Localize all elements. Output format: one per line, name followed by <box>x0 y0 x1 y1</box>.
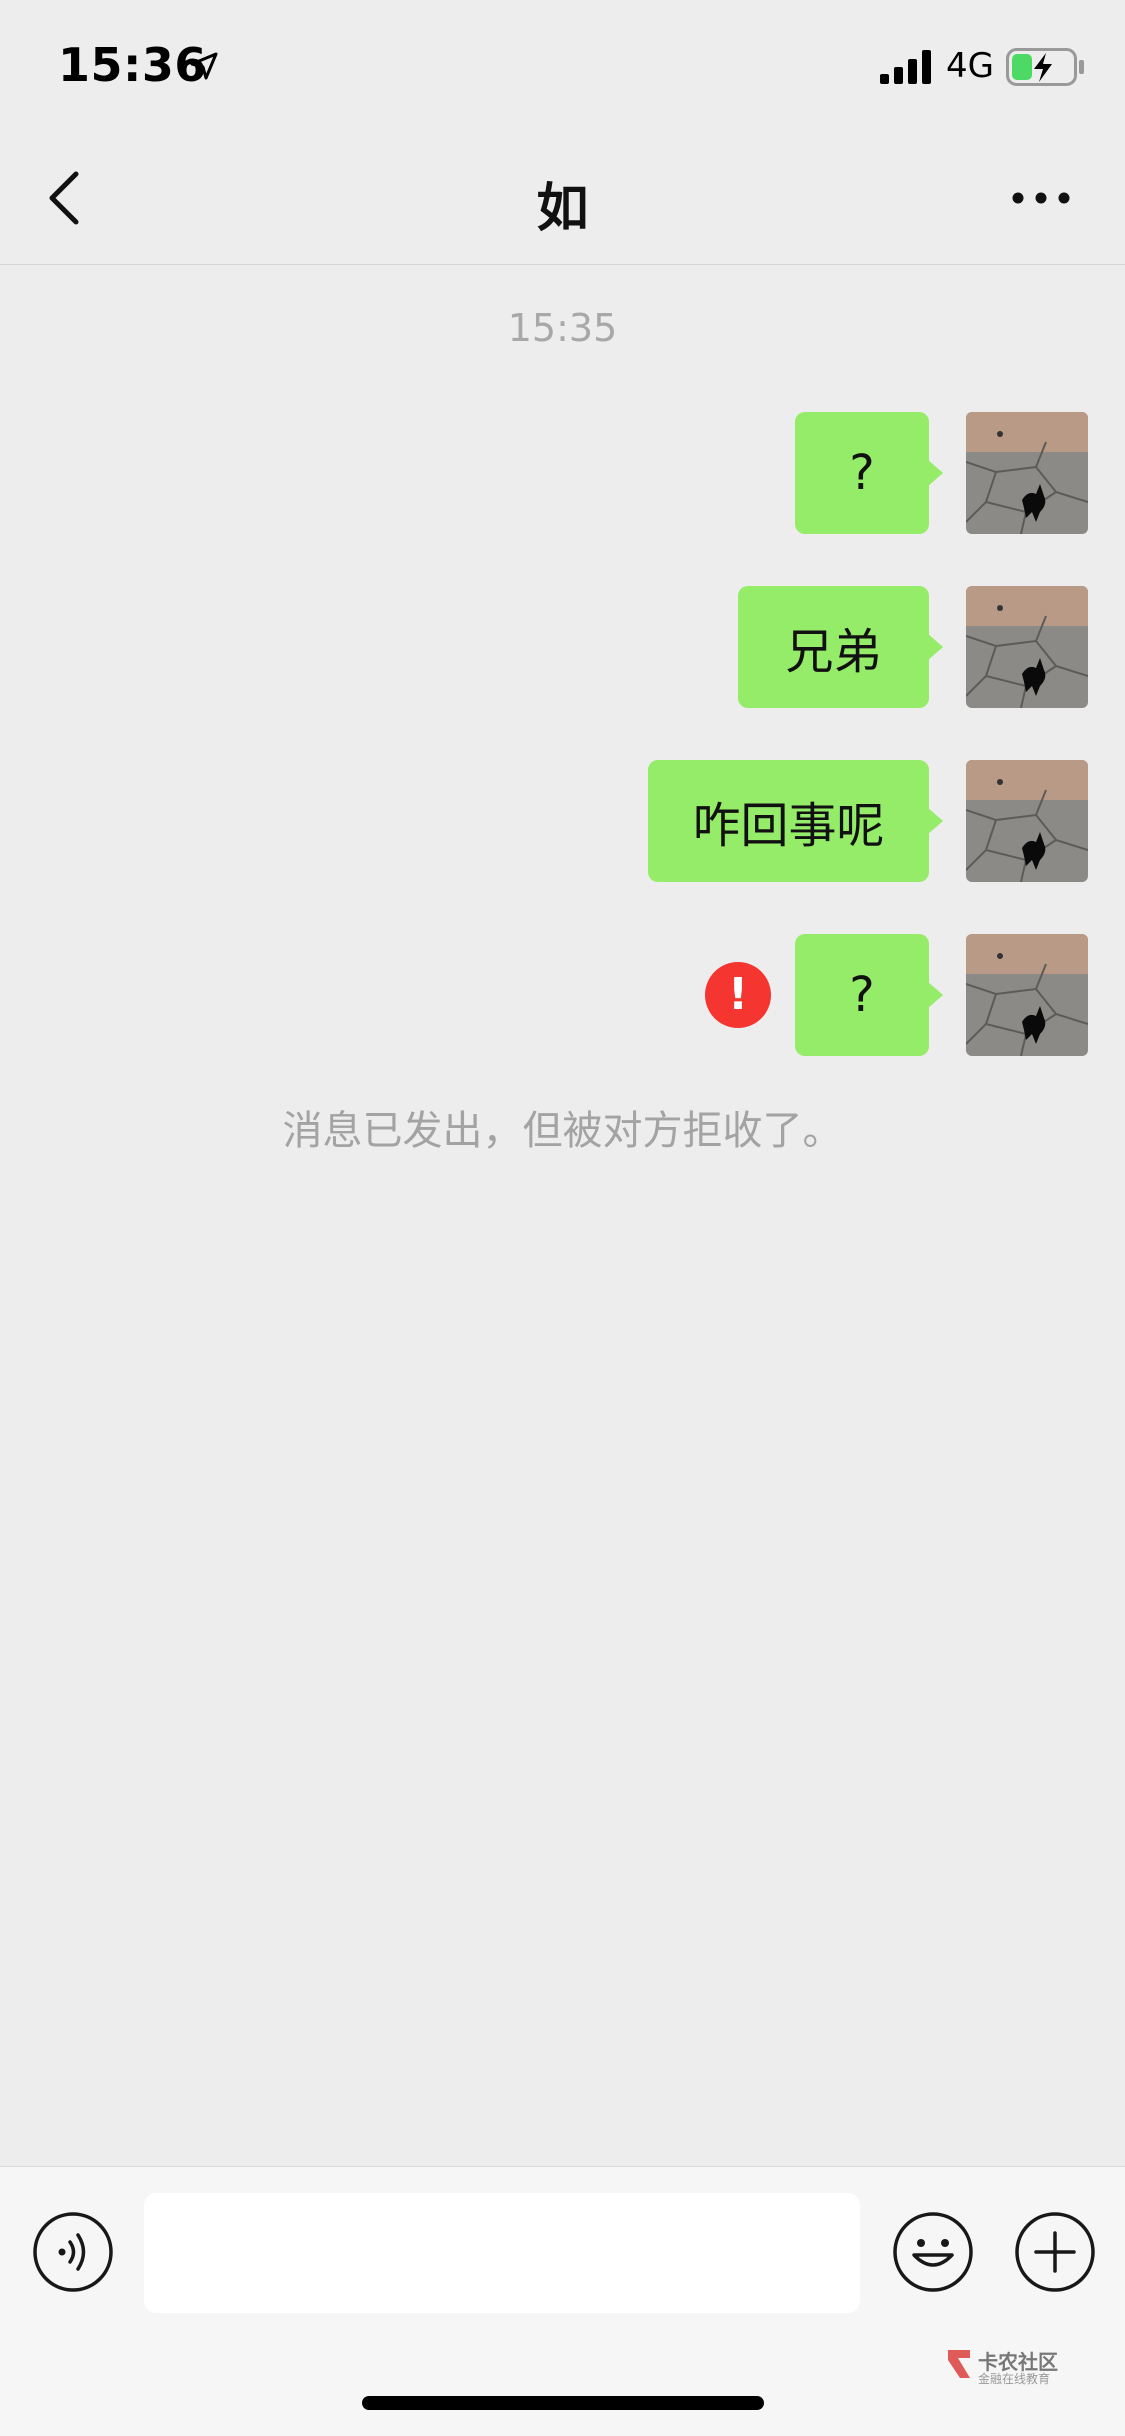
message-text: 兄弟 <box>785 624 882 680</box>
send-failed-icon[interactable]: ! <box>705 962 771 1028</box>
emoji-icon[interactable] <box>892 2211 974 2293</box>
message-text: ? <box>849 445 875 501</box>
network-type: 4G <box>946 46 994 86</box>
home-indicator[interactable] <box>362 2396 764 2410</box>
battery-charging-icon <box>1006 48 1084 86</box>
message-bubble[interactable]: 兄弟 <box>738 586 943 708</box>
nav-bar: 如 <box>0 132 1125 265</box>
avatar[interactable] <box>966 934 1088 1056</box>
message-text: 咋回事呢 <box>692 798 885 854</box>
system-notice: 消息已发出，但被对方拒收了。 <box>282 1108 843 1154</box>
avatar-image <box>966 412 1088 534</box>
watermark-subtitle: 金融在线教育 <box>978 2372 1051 2386</box>
signal-icon <box>880 50 931 84</box>
location-arrow-icon <box>190 52 218 80</box>
more-options-icon[interactable] <box>1010 186 1072 210</box>
message-bubble[interactable]: ? <box>795 412 943 534</box>
watermark: 卡农社区 金融在线教育 <box>944 2346 1074 2388</box>
avatar-image <box>966 934 1088 1056</box>
avatar-image <box>966 586 1088 708</box>
message-bubble[interactable]: 咋回事呢 <box>648 760 943 882</box>
status-time: 15:36 <box>58 38 207 92</box>
watermark-logo-icon <box>948 2350 970 2378</box>
status-bar: 15:36 4G <box>0 0 1125 132</box>
avatar[interactable] <box>966 412 1088 534</box>
plus-icon[interactable] <box>1014 2211 1096 2293</box>
chat-title: 如 <box>536 179 589 239</box>
voice-input-icon[interactable] <box>32 2211 114 2293</box>
message-text: ? <box>849 967 875 1023</box>
avatar[interactable] <box>966 760 1088 882</box>
avatar[interactable] <box>966 586 1088 708</box>
avatar-image <box>966 760 1088 882</box>
chat-screen: 15:36 4G 如 15:35 ? 兄弟 咋回事呢 ! ? 消息已发出，但被对… <box>0 0 1125 2436</box>
message-bubble[interactable]: ? <box>795 934 943 1056</box>
message-input[interactable] <box>144 2193 860 2313</box>
message-timestamp: 15:35 <box>507 306 618 350</box>
